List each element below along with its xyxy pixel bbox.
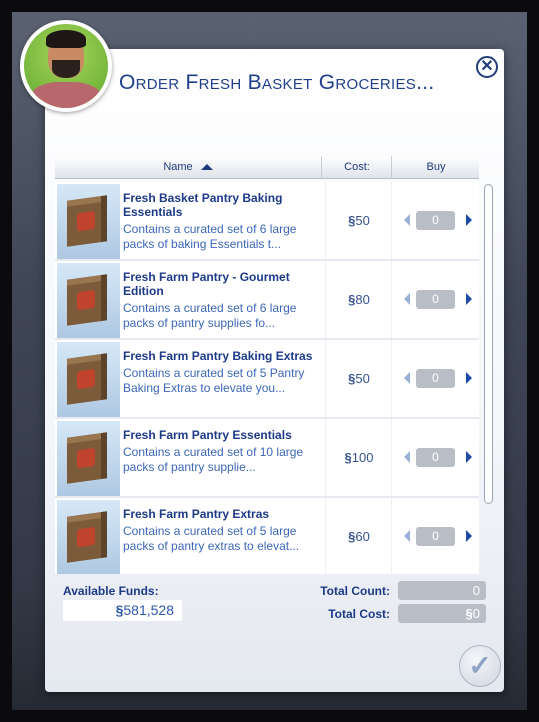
total-count-value: 0 — [398, 581, 486, 600]
close-button[interactable]: ✕ — [476, 56, 498, 78]
list-item[interactable]: Fresh Basket Pantry Baking Essentials Co… — [55, 182, 479, 261]
item-description: Contains a curated set of 5 large packs … — [123, 524, 300, 553]
list-item[interactable]: Fresh Farm Pantry - Gourmet Edition Cont… — [55, 261, 479, 340]
total-cost-label: Total Cost: — [328, 607, 390, 621]
item-cost-value: 60 — [355, 529, 370, 544]
grocery-box-icon — [67, 274, 107, 326]
checkmark-icon: ✓ — [468, 650, 492, 681]
item-description: Contains a curated set of 10 large packs… — [123, 445, 304, 474]
item-thumbnail — [57, 421, 120, 496]
sort-ascending-icon — [200, 164, 213, 171]
total-cost-amount: 0 — [472, 606, 480, 621]
list-scrollbar[interactable] — [484, 184, 493, 504]
simoleon-icon: § — [344, 450, 352, 465]
available-funds-value: §581,528 — [63, 600, 182, 621]
total-count-label: Total Count: — [320, 584, 390, 598]
decrease-arrow-icon[interactable] — [404, 372, 410, 384]
decrease-arrow-icon[interactable] — [404, 214, 410, 226]
name-header-label: Name — [163, 161, 193, 173]
decrease-arrow-icon[interactable] — [404, 530, 410, 542]
increase-arrow-icon[interactable] — [466, 530, 472, 542]
available-funds-label: Available Funds: — [63, 584, 159, 598]
total-cost-value: §0 — [398, 604, 486, 623]
portrait-ring — [24, 24, 108, 108]
dialog-title: Order Fresh Basket Groceries... — [119, 71, 435, 94]
quantity-field[interactable]: 0 — [416, 448, 455, 467]
sim-shirt — [30, 82, 102, 108]
grocery-box-icon — [67, 195, 107, 247]
item-cost: §50 — [325, 340, 392, 417]
item-name: Fresh Farm Pantry Essentials — [123, 428, 292, 442]
item-list: Fresh Basket Pantry Baking Essentials Co… — [55, 182, 479, 574]
quantity-stepper: 0 — [391, 419, 479, 496]
quantity-stepper: 0 — [391, 261, 479, 338]
item-cost: §60 — [325, 498, 392, 574]
quantity-stepper: 0 — [391, 340, 479, 417]
name-column-header[interactable]: Name — [55, 156, 321, 178]
sim-hair — [46, 30, 86, 48]
item-cost: §100 — [325, 419, 392, 496]
item-cost-value: 80 — [355, 292, 370, 307]
simoleon-icon: § — [465, 606, 473, 621]
quantity-field[interactable]: 0 — [416, 527, 455, 546]
increase-arrow-icon[interactable] — [466, 372, 472, 384]
item-cost-value: 50 — [355, 213, 370, 228]
list-item[interactable]: Fresh Farm Pantry Essentials Contains a … — [55, 419, 479, 498]
table-header: Name Cost: Buy — [55, 156, 479, 179]
item-cost-value: 100 — [351, 450, 374, 465]
funds-amount: 581,528 — [123, 602, 174, 618]
item-description: Contains a curated set of 5 Pantry Bakin… — [123, 366, 305, 395]
item-name: Fresh Farm Pantry Extras — [123, 507, 270, 521]
item-cost: §80 — [325, 261, 392, 338]
decrease-arrow-icon[interactable] — [404, 293, 410, 305]
item-description: Contains a curated set of 6 large packs … — [123, 222, 297, 251]
grocery-box-icon — [67, 511, 107, 563]
increase-arrow-icon[interactable] — [466, 451, 472, 463]
quantity-field[interactable]: 0 — [416, 290, 455, 309]
decrease-arrow-icon[interactable] — [404, 451, 410, 463]
item-thumbnail — [57, 500, 120, 574]
quantity-field[interactable]: 0 — [416, 211, 455, 230]
cost-column-header[interactable]: Cost: — [321, 156, 392, 178]
grocery-box-icon — [67, 432, 107, 484]
quantity-stepper: 0 — [391, 498, 479, 574]
sim-portrait — [20, 20, 112, 112]
item-thumbnail — [57, 184, 120, 259]
increase-arrow-icon[interactable] — [466, 293, 472, 305]
item-name: Fresh Farm Pantry Baking Extras — [123, 349, 313, 363]
item-thumbnail — [57, 342, 120, 417]
list-item[interactable]: Fresh Farm Pantry Baking Extras Contains… — [55, 340, 479, 419]
grocery-box-icon — [67, 353, 107, 405]
item-thumbnail — [57, 263, 120, 338]
sim-beard — [52, 60, 80, 78]
item-name: Fresh Basket Pantry Baking Essentials — [123, 191, 283, 219]
item-name: Fresh Farm Pantry - Gourmet Edition — [123, 270, 290, 298]
buy-column-header[interactable]: Buy — [391, 156, 480, 178]
quantity-field[interactable]: 0 — [416, 369, 455, 388]
item-cost: §50 — [325, 182, 392, 259]
increase-arrow-icon[interactable] — [466, 214, 472, 226]
quantity-stepper: 0 — [391, 182, 479, 259]
confirm-button[interactable]: ✓ — [459, 645, 501, 687]
close-icon: ✕ — [480, 58, 494, 75]
item-cost-value: 50 — [355, 371, 370, 386]
list-item[interactable]: Fresh Farm Pantry Extras Contains a cura… — [55, 498, 479, 574]
item-description: Contains a curated set of 6 large packs … — [123, 301, 297, 330]
